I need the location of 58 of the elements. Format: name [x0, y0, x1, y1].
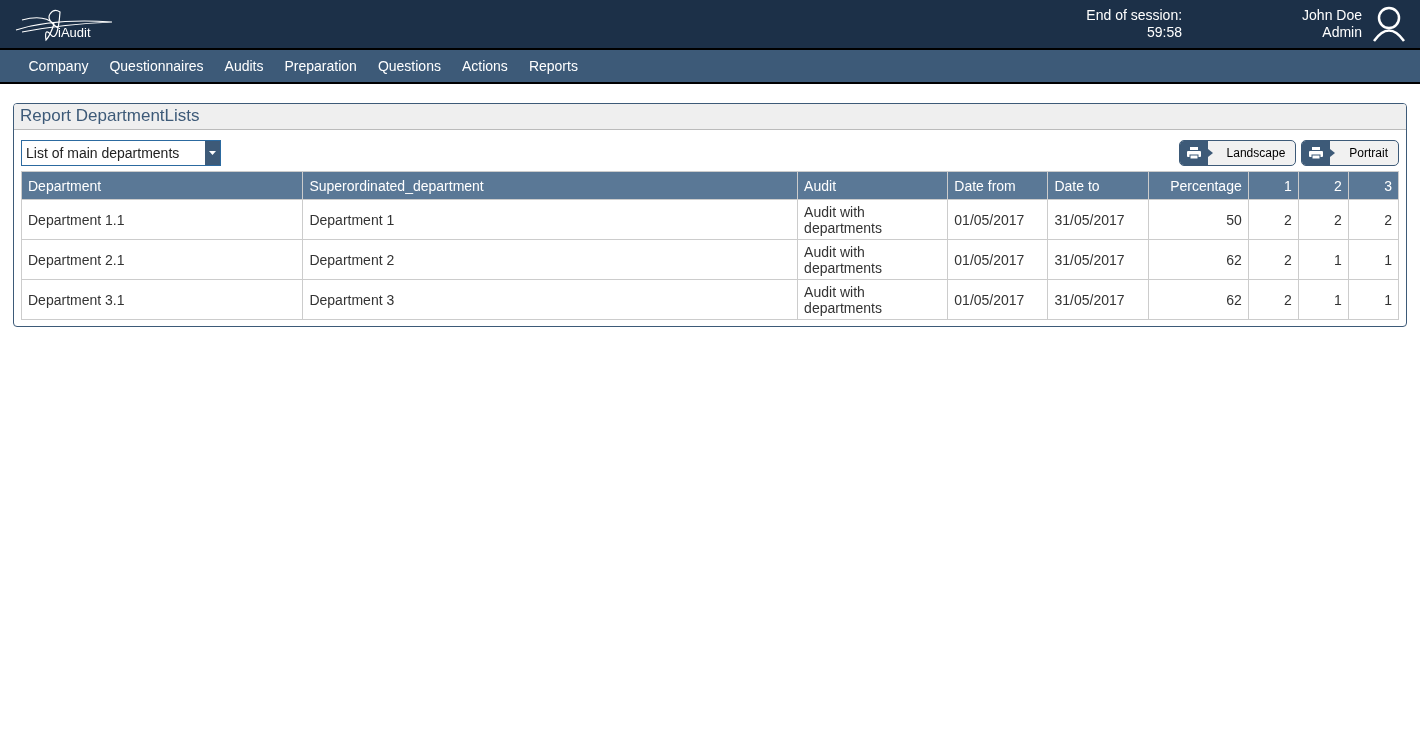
report-type-select[interactable]: List of main departments [21, 140, 221, 166]
table-cell: 01/05/2017 [947, 239, 1048, 280]
nav-link[interactable]: Actions [451, 58, 519, 74]
column-header[interactable]: Superordinated_department [302, 171, 798, 200]
table-cell: Audit with departments [797, 279, 948, 320]
caret-icon [209, 151, 216, 155]
table-cell: 50 [1148, 199, 1249, 240]
table-cell: 2 [1298, 199, 1349, 240]
column-header[interactable]: Date from [947, 171, 1048, 200]
user-avatar-icon[interactable] [1372, 6, 1406, 42]
nav-link[interactable]: Questionnaires [98, 58, 215, 74]
table-cell: 2 [1348, 199, 1399, 240]
column-header[interactable]: Date to [1047, 171, 1149, 200]
session-label: End of session: [1086, 7, 1183, 24]
user-name: John Doe [1302, 7, 1362, 24]
printer-icon [1309, 147, 1324, 159]
column-header[interactable]: 2 [1298, 171, 1349, 200]
table-cell: 1 [1298, 279, 1349, 320]
printer-icon [1186, 147, 1201, 159]
column-header[interactable]: Audit [797, 171, 948, 200]
table-cell: 2 [1248, 239, 1299, 280]
table-cell: Department 3.1 [21, 279, 303, 320]
table-cell: 01/05/2017 [947, 279, 1048, 320]
table-cell: 01/05/2017 [947, 199, 1048, 240]
logo-text: iAudit [58, 25, 91, 40]
table-cell: 31/05/2017 [1047, 199, 1149, 240]
nav-link[interactable]: Company [18, 58, 99, 74]
nav-link[interactable]: Reports [518, 58, 589, 74]
table-cell: 1 [1348, 239, 1399, 280]
table-cell: 62 [1148, 279, 1249, 320]
column-header[interactable]: 3 [1348, 171, 1399, 200]
table-cell: 31/05/2017 [1047, 239, 1149, 280]
table-cell: 1 [1298, 239, 1349, 280]
table-cell: 31/05/2017 [1047, 279, 1149, 320]
table-cell: Department 1 [302, 199, 798, 240]
column-header[interactable]: Department [21, 171, 303, 200]
nav-link[interactable]: Audits [214, 58, 274, 74]
panel-title: Report DepartmentLists [14, 104, 1406, 130]
print-button[interactable]: Portrait [1301, 140, 1399, 166]
table-cell: 1 [1348, 279, 1399, 320]
column-header[interactable]: 1 [1248, 171, 1299, 200]
nav-link[interactable]: Questions [367, 58, 452, 74]
table-cell: 62 [1148, 239, 1249, 280]
user-role: Admin [1321, 24, 1362, 41]
column-header[interactable]: Percentage [1148, 171, 1249, 200]
table-cell: 2 [1248, 279, 1299, 320]
print-button[interactable]: Landscape [1178, 140, 1297, 166]
table-cell: 2 [1248, 199, 1299, 240]
table-cell: Department 2.1 [21, 239, 303, 280]
session-timer: 59:58 [1146, 24, 1183, 41]
table-cell: Audit with departments [797, 239, 948, 280]
nav-link[interactable]: Preparation [274, 58, 368, 74]
table-cell: Department 1.1 [21, 199, 303, 240]
triangle-icon [1207, 149, 1213, 157]
table-cell: Department 2 [302, 239, 798, 280]
table-cell: Audit with departments [797, 199, 948, 240]
table-cell: Department 3 [302, 279, 798, 320]
triangle-icon [1330, 149, 1336, 157]
